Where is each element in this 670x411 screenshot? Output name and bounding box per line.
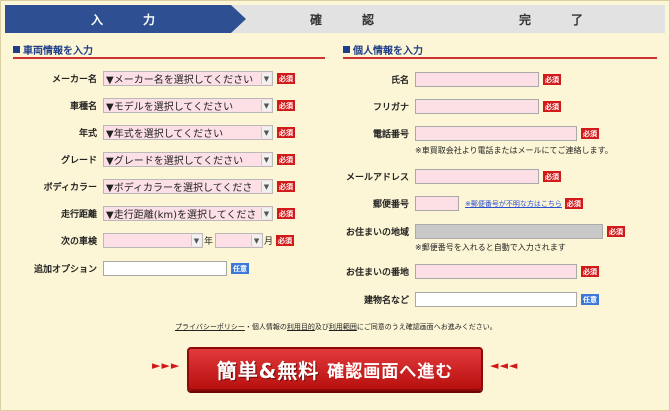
step-input: 入 力 <box>5 5 255 33</box>
maker-label: メーカー名 <box>51 75 97 85</box>
grade-select[interactable]: ▼グレードを選択してください ▼ <box>103 152 273 167</box>
required-badge: 必須 <box>277 127 295 138</box>
step-bar: 入 力 確 認 完 了 <box>5 5 665 33</box>
required-badge: 必須 <box>543 101 561 112</box>
mileage-label: 走行距離 <box>60 210 97 220</box>
proceed-to-confirm-button[interactable]: 簡単&無料 確認画面へ進む <box>187 347 483 391</box>
step-complete: 完 了 <box>451 5 665 33</box>
required-badge: 必須 <box>276 235 295 246</box>
kana-label: フリガナ <box>372 103 409 113</box>
area-label: お住まいの地域 <box>345 228 409 238</box>
building-input[interactable] <box>415 292 577 307</box>
required-badge: 必須 <box>277 154 295 165</box>
option-row: 追加オプション 任意 <box>13 261 249 276</box>
grade-row: グレード ▼グレードを選択してください ▼ 必須 <box>13 152 295 167</box>
required-badge: 必須 <box>277 100 295 111</box>
color-label: ボディカラー <box>43 183 97 193</box>
area-input[interactable] <box>415 224 603 239</box>
name-row: 氏名 必須 <box>343 72 561 87</box>
mileage-select[interactable]: ▼走行距離(km)を選択してくださ ▼ <box>103 206 273 221</box>
square-bullet-icon <box>13 46 20 53</box>
email-label: メールアドレス <box>345 173 409 183</box>
year-select[interactable]: ▼年式を選択してください ▼ <box>103 125 273 140</box>
phone-label: 電話番号 <box>372 130 409 140</box>
chevron-down-icon: ▼ <box>261 181 271 192</box>
privacy-notice: プライバシーポリシー・個人情報の利用目的及び利用範囲にご同意のうえ確認画面へお進… <box>175 323 497 331</box>
maker-row: メーカー名 ▼メーカー名を選択してください ▼ 必須 <box>13 71 295 86</box>
address-input[interactable] <box>415 264 577 279</box>
zip-label: 郵便番号 <box>372 200 409 210</box>
area-row: お住まいの地域 必須 <box>343 224 625 239</box>
purpose-link[interactable]: 利用目的 <box>287 323 315 331</box>
option-label: 追加オプション <box>33 265 97 275</box>
email-row: メールアドレス 必須 <box>343 169 561 184</box>
required-badge: 必須 <box>277 208 295 219</box>
year-label: 年式 <box>78 129 97 139</box>
address-label: お住まいの番地 <box>345 268 409 278</box>
vehicle-section-title: 車両情報を入力 <box>13 42 93 57</box>
model-select[interactable]: ▼モデルを選択してください ▼ <box>103 98 273 113</box>
model-row: 車種名 ▼モデルを選択してください ▼ 必須 <box>13 98 295 113</box>
privacy-policy-link[interactable]: プライバシーポリシー <box>175 323 245 331</box>
required-badge: 必須 <box>277 73 295 84</box>
optional-badge: 任意 <box>581 294 599 305</box>
chevron-down-icon: ▼ <box>261 127 271 138</box>
email-input[interactable] <box>415 169 539 184</box>
required-badge: 必須 <box>581 266 599 277</box>
chevron-down-icon: ▼ <box>261 73 271 84</box>
required-badge: 必須 <box>277 181 295 192</box>
chevron-down-icon: ▼ <box>261 154 271 165</box>
kana-input[interactable] <box>415 99 539 114</box>
maker-select[interactable]: ▼メーカー名を選択してください ▼ <box>103 71 273 86</box>
color-select[interactable]: ▼ボディカラーを選択してくださ ▼ <box>103 179 273 194</box>
required-badge: 必須 <box>581 128 599 139</box>
name-input[interactable] <box>415 72 539 87</box>
color-row: ボディカラー ▼ボディカラーを選択してくださ ▼ 必須 <box>13 179 295 194</box>
required-badge: 必須 <box>607 226 625 237</box>
area-note: ※郵便番号を入れると自動で入力されます <box>415 243 566 252</box>
inspection-row: 次の車検 ▼ 年 ▼ 月 必須 <box>13 233 295 248</box>
required-badge: 必須 <box>564 198 583 209</box>
optional-badge: 任意 <box>231 263 249 274</box>
option-input[interactable] <box>103 261 227 276</box>
phone-note: ※車買取会社より電話またはメールにてご連絡します。 <box>415 146 613 155</box>
kana-row: フリガナ 必須 <box>343 99 561 114</box>
name-label: 氏名 <box>390 76 409 86</box>
chevron-down-icon: ▼ <box>191 235 201 246</box>
building-label: 建物名など <box>363 296 409 306</box>
inspection-label: 次の車検 <box>60 237 97 247</box>
grade-label: グレード <box>60 156 97 166</box>
address-row: お住まいの番地 必須 <box>343 264 599 279</box>
left-arrows-icon: ►►► <box>152 359 181 372</box>
phone-input[interactable] <box>415 126 577 141</box>
vehicle-section-rule <box>13 57 325 59</box>
personal-section-rule <box>343 57 657 59</box>
building-row: 建物名など 任意 <box>343 292 599 307</box>
zip-input[interactable] <box>415 196 459 211</box>
zip-lookup-link[interactable]: ※郵便番号が不明な方はこちら <box>465 199 562 209</box>
phone-row: 電話番号 必須 <box>343 126 599 141</box>
personal-section-title: 個人情報を入力 <box>343 42 423 57</box>
inspection-year-select[interactable]: ▼ <box>103 233 203 248</box>
chevron-down-icon: ▼ <box>251 235 262 246</box>
zip-row: 郵便番号 ※郵便番号が不明な方はこちら 必須 <box>343 196 583 211</box>
chevron-down-icon: ▼ <box>261 100 271 111</box>
mileage-row: 走行距離 ▼走行距離(km)を選択してくださ ▼ 必須 <box>13 206 295 221</box>
required-badge: 必須 <box>543 74 561 85</box>
required-badge: 必須 <box>543 171 561 182</box>
right-arrows-icon: ◄◄◄ <box>490 359 519 372</box>
scope-link[interactable]: 利用範囲 <box>329 323 357 331</box>
model-label: 車種名 <box>69 102 97 112</box>
square-bullet-icon <box>343 46 350 53</box>
year-row: 年式 ▼年式を選択してください ▼ 必須 <box>13 125 295 140</box>
step-confirm: 確 認 <box>231 5 467 33</box>
inspection-month-select[interactable]: ▼ <box>215 233 264 248</box>
chevron-down-icon: ▼ <box>261 208 271 219</box>
